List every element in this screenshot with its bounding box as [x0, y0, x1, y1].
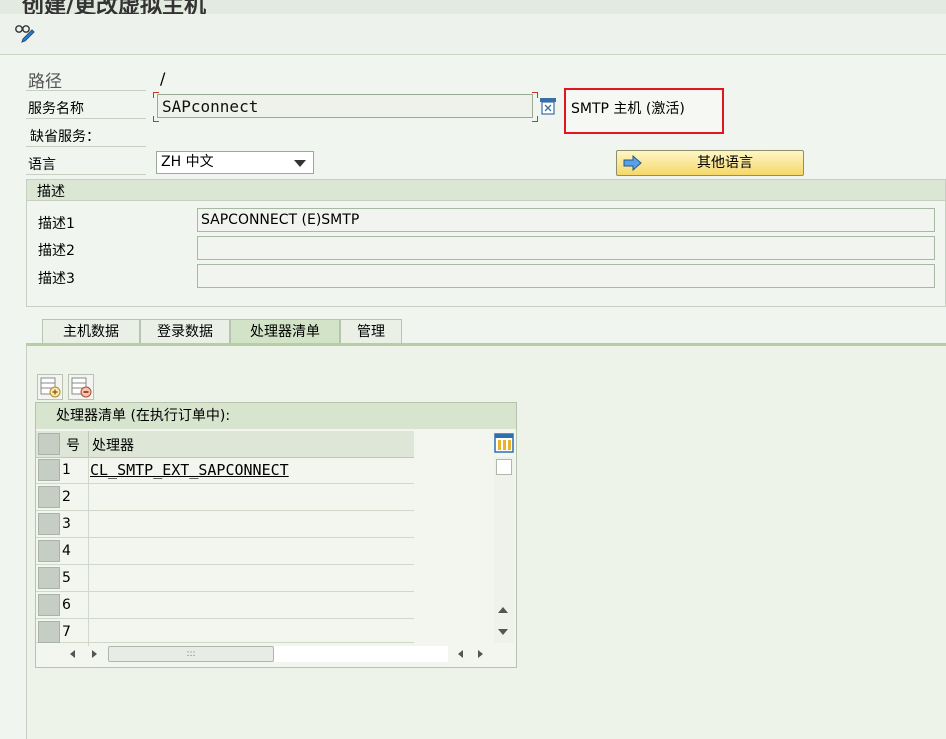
- column-separator: [88, 538, 89, 565]
- description-2-input[interactable]: [197, 236, 935, 260]
- required-corner: [532, 116, 538, 122]
- scroll-up-icon[interactable]: [498, 607, 508, 613]
- column-header-no[interactable]: 号: [66, 435, 80, 455]
- tab-host-data[interactable]: 主机数据: [42, 319, 140, 343]
- row-selector[interactable]: [38, 621, 60, 643]
- tab-admin[interactable]: 管理: [340, 319, 402, 343]
- service-name-input[interactable]: SAPconnect: [157, 94, 533, 118]
- row-number: 6: [62, 597, 71, 613]
- arrow-right-icon: [623, 154, 643, 172]
- service-label-row: 服务名称: [26, 94, 146, 119]
- scroll-left-icon[interactable]: [70, 650, 75, 658]
- dropdown-arrow-icon[interactable]: [294, 160, 306, 167]
- table-row[interactable]: 4: [36, 538, 414, 565]
- handler-table: 处理器清单 (在执行订单中): 号 处理器 1 CL_SMTP_EXT_SAPC…: [35, 402, 517, 668]
- scroll-left-icon[interactable]: [458, 650, 463, 658]
- row-number: 3: [62, 516, 71, 532]
- description-2-label: 描述2: [38, 243, 75, 259]
- column-separator: [88, 619, 89, 646]
- handler-cell[interactable]: CL_SMTP_EXT_SAPCONNECT: [90, 457, 289, 484]
- scroll-right-icon[interactable]: [478, 650, 483, 658]
- row-number: 4: [62, 543, 71, 559]
- insert-row-button[interactable]: [37, 374, 63, 400]
- other-language-button[interactable]: 其他语言: [616, 150, 804, 176]
- scrollbar-thumb[interactable]: [496, 459, 512, 475]
- row-number: 5: [62, 570, 71, 586]
- table-row[interactable]: 3: [36, 511, 414, 538]
- description-header: 描述: [27, 180, 945, 201]
- row-number: 2: [62, 489, 71, 505]
- row-selector[interactable]: [38, 567, 60, 589]
- row-selector[interactable]: [38, 486, 60, 508]
- column-separator: [88, 457, 89, 484]
- table-row[interactable]: 2: [36, 484, 414, 511]
- column-separator: [88, 431, 89, 457]
- hscroll-thumb[interactable]: :::: [108, 646, 274, 662]
- horizontal-scrollbar[interactable]: :::: [64, 645, 494, 663]
- row-selector[interactable]: [38, 594, 60, 616]
- description-group: 描述 描述1 SAPCONNECT (E)SMTP 描述2 描述3: [26, 179, 946, 307]
- scroll-down-icon[interactable]: [498, 629, 508, 635]
- description-1-input[interactable]: SAPCONNECT (E)SMTP: [197, 208, 935, 232]
- tab-admin-label: 管理: [357, 324, 385, 340]
- tab-logon-data[interactable]: 登录数据: [140, 319, 230, 343]
- tab-handler-list-label: 处理器清单: [250, 324, 320, 340]
- tab-handler-list[interactable]: 处理器清单: [230, 319, 340, 345]
- path-value: /: [160, 69, 166, 88]
- column-header-handler[interactable]: 处理器: [92, 435, 134, 455]
- tab-logon-data-label: 登录数据: [157, 324, 213, 340]
- default-service-label: 缺省服务：: [30, 129, 100, 145]
- language-select[interactable]: ZH 中文: [156, 151, 314, 174]
- row-selector[interactable]: [38, 513, 60, 535]
- hscroll-track[interactable]: [274, 646, 448, 662]
- delete-row-icon: [71, 377, 92, 398]
- service-label: 服务名称: [28, 101, 84, 117]
- row-number: 7: [62, 624, 71, 640]
- description-header-label: 描述: [37, 184, 65, 200]
- table-row[interactable]: 6: [36, 592, 414, 619]
- select-all-cell[interactable]: [38, 433, 60, 455]
- handler-table-title: 处理器清单 (在执行订单中):: [36, 403, 516, 429]
- host-status-text: SMTP 主机 (激活): [571, 101, 685, 117]
- insert-row-icon: [40, 377, 61, 398]
- other-language-label: 其他语言: [697, 155, 753, 171]
- table-row[interactable]: 5: [36, 565, 414, 592]
- tab-strip: 主机数据 登录数据 处理器清单 管理: [26, 319, 946, 345]
- description-3-label: 描述3: [38, 271, 75, 287]
- vertical-scrollbar[interactable]: [494, 457, 514, 643]
- required-corner: [153, 92, 159, 98]
- tab-host-data-label: 主机数据: [63, 324, 119, 340]
- required-corner: [532, 92, 538, 98]
- column-separator: [88, 565, 89, 592]
- application-toolbar: [0, 14, 946, 55]
- language-label: 语言: [28, 157, 56, 173]
- display-change-icon[interactable]: [14, 22, 36, 44]
- path-label: 路径: [28, 72, 62, 92]
- window-title-bar: 创建/更改虚拟主机: [0, 0, 946, 14]
- row-number: 1: [62, 462, 71, 478]
- column-separator: [88, 592, 89, 619]
- column-separator: [88, 511, 89, 538]
- default-service-row: 缺省服务：: [26, 122, 146, 147]
- status-highlight-box: SMTP 主机 (激活): [564, 88, 724, 134]
- description-3-input[interactable]: [197, 264, 935, 288]
- handler-table-header: 号 处理器: [36, 431, 414, 458]
- window-title: 创建/更改虚拟主机: [22, 0, 207, 14]
- row-selector[interactable]: [38, 459, 60, 481]
- column-config-icon[interactable]: [494, 433, 514, 455]
- scroll-right-icon[interactable]: [92, 650, 97, 658]
- description-1-label: 描述1: [38, 216, 75, 232]
- required-corner: [153, 116, 159, 122]
- language-label-row: 语言: [26, 150, 146, 175]
- column-separator: [88, 484, 89, 511]
- path-label-row: 路径: [26, 66, 146, 92]
- value-help-icon[interactable]: [539, 97, 557, 115]
- delete-row-button[interactable]: [68, 374, 94, 400]
- row-selector[interactable]: [38, 540, 60, 562]
- table-row[interactable]: 1 CL_SMTP_EXT_SAPCONNECT: [36, 457, 414, 484]
- language-select-value: ZH 中文: [161, 154, 214, 170]
- table-row[interactable]: 7: [36, 619, 414, 646]
